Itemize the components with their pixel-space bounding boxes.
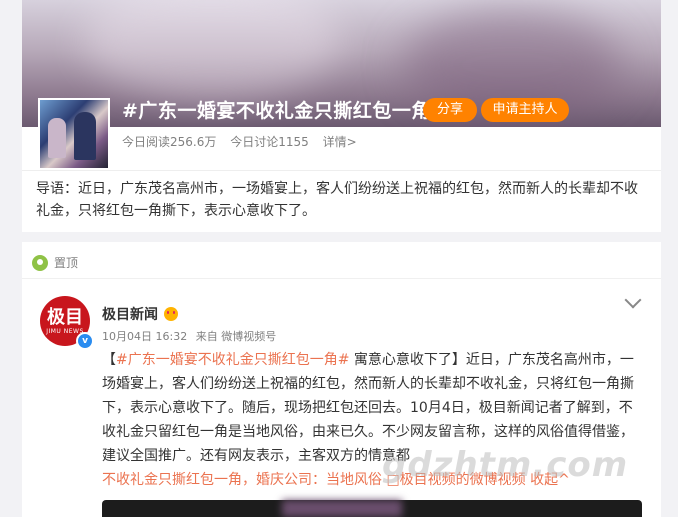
avatar-text: 极目 <box>47 307 83 328</box>
topic-thumbnail[interactable] <box>38 98 110 170</box>
summary-head: 寓意心意收下了】 <box>349 352 466 368</box>
share-button[interactable]: 分享 <box>423 98 477 122</box>
discussions-count: 今日讨论1155 <box>230 135 309 149</box>
post-meta: 10月04日 16:32 来自 微博视频号 <box>102 328 281 344</box>
divider <box>22 170 661 171</box>
divider <box>22 278 661 279</box>
topic-title: #广东一婚宴不收礼金只撕红包一角# <box>122 100 448 122</box>
verified-icon: v <box>76 332 94 350</box>
post-source: 来自 微博视频号 <box>195 330 277 343</box>
chevron-down-icon[interactable] <box>624 291 642 309</box>
post-hashtag[interactable]: #广东一婚宴不收礼金只撕红包一角# <box>116 352 349 368</box>
post-date[interactable]: 10月04日 16:32 <box>102 330 187 343</box>
emoji-icon <box>164 307 178 321</box>
reads-count: 今日阅读256.6万 <box>122 135 217 149</box>
watermark: gdzhtm.com <box>382 445 629 485</box>
author-row: 极目新闻 <box>102 304 178 324</box>
topic-stats: 今日阅读256.6万 今日讨论1155 详情> <box>122 133 367 150</box>
details-link[interactable]: 详情> <box>323 135 357 149</box>
topic-lead: 导语：近日，广东茂名高州市，一场婚宴上，客人们纷纷送上祝福的红包，然而新人的长辈… <box>36 181 638 219</box>
pin-icon <box>32 254 48 271</box>
bracket-open: 【 <box>102 352 116 368</box>
video-preview[interactable] <box>102 500 642 517</box>
pinned-row: 置顶 <box>32 254 78 271</box>
topic-card: #广东一婚宴不收礼金只撕红包一角# 分享 申请主持人 今日阅读256.6万 今日… <box>22 0 661 232</box>
article-link[interactable]: 不收礼金只撕红包一角，婚庆公司：当地风俗 <box>102 472 382 488</box>
author-name[interactable]: 极目新闻 <box>102 304 158 324</box>
apply-host-button[interactable]: 申请主持人 <box>481 98 569 122</box>
pinned-label: 置顶 <box>54 256 79 270</box>
scrollbar[interactable] <box>670 0 678 517</box>
